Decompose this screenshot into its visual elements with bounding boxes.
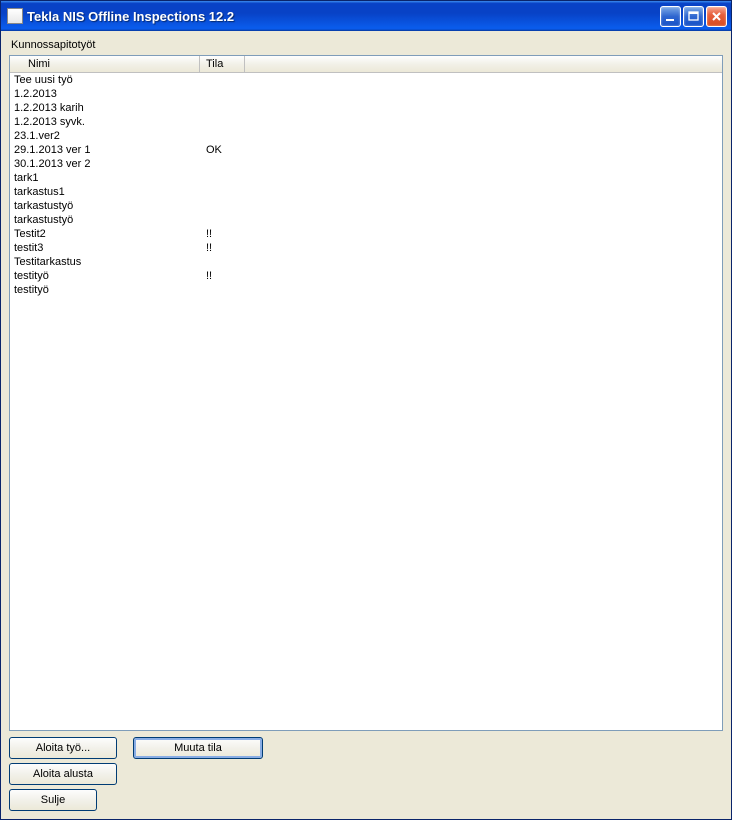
list-item-name: 1.2.2013	[10, 88, 200, 100]
minimize-icon	[664, 10, 677, 23]
list-item[interactable]: Testitarkastus	[10, 255, 722, 269]
app-window: Tekla NIS Offline Inspections 12.2 Kunno…	[0, 0, 732, 820]
button-row-1: Aloita työ... Muuta tila	[9, 737, 263, 759]
list-item[interactable]: 1.2.2013 syvk.	[10, 115, 722, 129]
list-item-name: tarkastustyö	[10, 200, 200, 212]
list-item-name: Testitarkastus	[10, 256, 200, 268]
list-item[interactable]: 23.1.ver2	[10, 129, 722, 143]
list-item-name: 30.1.2013 ver 2	[10, 158, 200, 170]
list-item-name: tark1	[10, 172, 200, 184]
list-item-name: Tee uusi työ	[10, 74, 200, 86]
list-item-state: !!	[200, 228, 245, 240]
list-item[interactable]: 1.2.2013 karih	[10, 101, 722, 115]
list-item-name: testityö	[10, 284, 200, 296]
list-item[interactable]: tarkastustyö	[10, 213, 722, 227]
maximize-button[interactable]	[683, 6, 704, 27]
close-button[interactable]	[706, 6, 727, 27]
column-header-spacer	[245, 56, 722, 73]
column-header-nimi[interactable]: Nimi	[10, 56, 200, 73]
column-header-tila[interactable]: Tila	[200, 56, 245, 73]
list-item[interactable]: Tee uusi työ	[10, 73, 722, 87]
list-item[interactable]: testit3!!	[10, 241, 722, 255]
list-item[interactable]: tarkastus1	[10, 185, 722, 199]
restart-button[interactable]: Aloita alusta	[9, 763, 117, 785]
listview-body[interactable]: Tee uusi työ 1.2.2013 1.2.2013 karih 1.2.20…	[10, 73, 722, 730]
maximize-icon	[687, 10, 700, 23]
list-item[interactable]: 29.1.2013 ver 1OK	[10, 143, 722, 157]
list-item-name: 1.2.2013 syvk.	[10, 116, 200, 128]
titlebar[interactable]: Tekla NIS Offline Inspections 12.2	[1, 1, 731, 31]
list-item-state: !!	[200, 270, 245, 282]
start-job-button[interactable]: Aloita työ...	[9, 737, 117, 759]
list-item-name: tarkastus1	[10, 186, 200, 198]
list-item[interactable]: testityö	[10, 283, 722, 297]
list-item[interactable]: Testit2!!	[10, 227, 722, 241]
list-item-name: 1.2.2013 karih	[10, 102, 200, 114]
list-item[interactable]: testityö!!	[10, 269, 722, 283]
window-title: Tekla NIS Offline Inspections 12.2	[27, 9, 660, 24]
window-controls	[660, 6, 727, 27]
app-icon	[7, 8, 23, 24]
list-item-name: Testit2	[10, 228, 200, 240]
client-area: Kunnossapitotyöt Nimi Tila Tee uusi työ 1…	[1, 31, 731, 819]
listview-header: Nimi Tila	[10, 56, 722, 73]
list-item-name: 23.1.ver2	[10, 130, 200, 142]
list-item-state: OK	[200, 144, 245, 156]
minimize-button[interactable]	[660, 6, 681, 27]
list-item-name: tarkastustyö	[10, 214, 200, 226]
button-row-2: Aloita alusta	[9, 763, 117, 785]
list-item[interactable]: tark1	[10, 171, 722, 185]
button-panel: Aloita työ... Muuta tila Aloita alusta S…	[9, 737, 723, 811]
close-app-button[interactable]: Sulje	[9, 789, 97, 811]
section-label: Kunnossapitotyöt	[9, 35, 723, 55]
list-item-name: testit3	[10, 242, 200, 254]
list-item[interactable]: 1.2.2013	[10, 87, 722, 101]
button-row-3: Sulje	[9, 789, 97, 811]
list-item[interactable]: 30.1.2013 ver 2	[10, 157, 722, 171]
job-listview: Nimi Tila Tee uusi työ 1.2.2013 1.2.2013 k…	[9, 55, 723, 731]
list-item-name: testityö	[10, 270, 200, 282]
list-item-state: !!	[200, 242, 245, 254]
close-icon	[710, 10, 723, 23]
change-state-button[interactable]: Muuta tila	[133, 737, 263, 759]
list-item[interactable]: tarkastustyö	[10, 199, 722, 213]
list-item-name: 29.1.2013 ver 1	[10, 144, 200, 156]
